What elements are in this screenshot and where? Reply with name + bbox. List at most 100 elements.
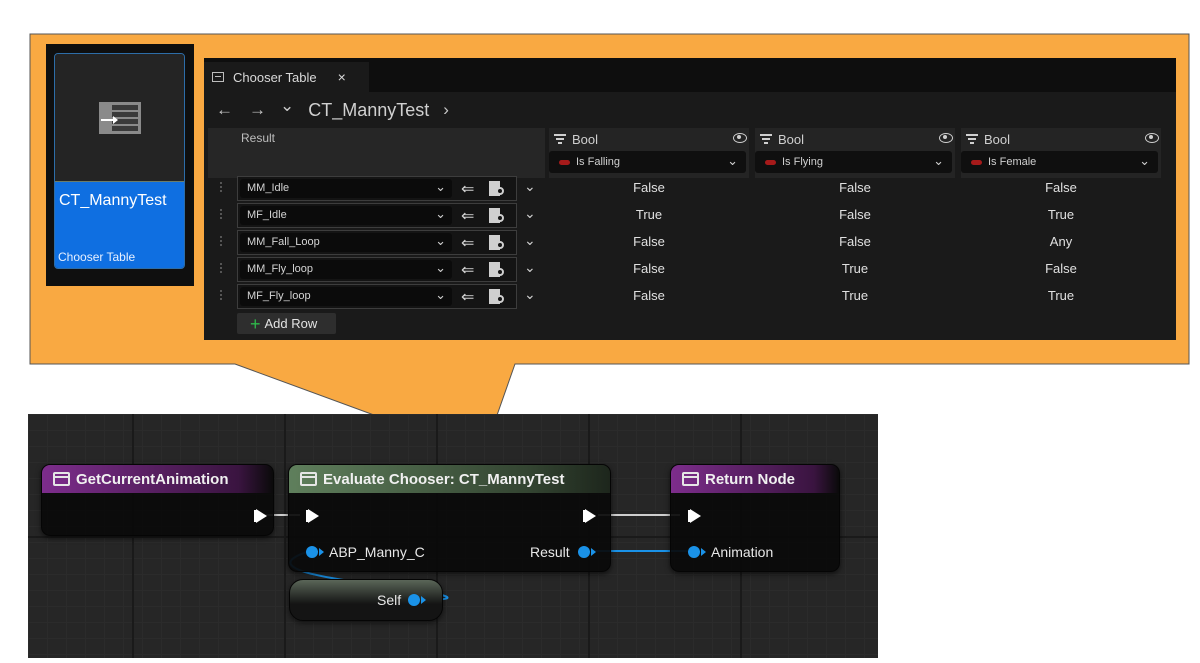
drag-handle-icon[interactable] [219,208,223,221]
eye-icon[interactable] [733,133,747,143]
chevron-down-icon[interactable]: ⌄ [524,286,536,303]
column-property-select[interactable]: Is Falling ⌄ [549,151,746,173]
result-cell: MM_Fly_loop ⌄ ⇐ [237,257,517,282]
add-row-label: Add Row [264,316,318,331]
nav-bar: ← → ⌄ CT_MannyTest › [204,92,1176,128]
table-row[interactable]: MF_Idle ⌄ ⇐ ⌄ True False True [204,202,1176,229]
bool-cell[interactable]: Any [961,234,1161,249]
browse-asset-icon[interactable] [489,235,505,250]
browse-asset-icon[interactable] [489,262,505,277]
bool-cell[interactable]: True [755,261,955,276]
column-property-select[interactable]: Is Female ⌄ [961,151,1158,173]
use-selected-icon[interactable]: ⇐ [461,260,474,280]
self-node[interactable]: Self [289,579,443,621]
bool-cell[interactable]: False [961,180,1161,195]
table-row[interactable]: MM_Idle ⌄ ⇐ ⌄ False False False [204,175,1176,202]
tab-label: Chooser Table [233,69,317,85]
chevron-down-icon[interactable]: ⌄ [524,232,536,249]
column-header[interactable]: Bool Is Female ⌄ [961,128,1161,178]
chevron-down-icon[interactable]: ⌄ [524,205,536,222]
asset-select[interactable]: MM_Fall_Loop ⌄ [240,233,452,252]
table-row[interactable]: MM_Fall_Loop ⌄ ⇐ ⌄ False False Any [204,229,1176,256]
asset-preview [55,54,184,182]
exec-input-pin[interactable] [688,509,701,523]
exec-output-pin[interactable] [254,509,267,523]
browse-asset-icon[interactable] [489,208,505,223]
chevron-down-icon[interactable]: ⌄ [524,178,536,195]
drag-handle-icon[interactable] [219,181,223,194]
chevron-down-icon: ⌄ [435,206,446,221]
bool-cell[interactable]: False [755,234,955,249]
tab-chooser-table[interactable]: Chooser Table × [204,62,369,92]
column-property-select[interactable]: Is Flying ⌄ [755,151,952,173]
chevron-down-icon[interactable]: ⌄ [524,259,536,276]
animation-input-pin[interactable] [688,546,700,558]
forward-arrow-icon[interactable]: → [249,100,266,120]
bool-cell[interactable]: True [961,207,1161,222]
use-selected-icon[interactable]: ⇐ [461,287,474,307]
pin-arrow-icon [421,596,426,604]
tab-bar: Chooser Table × [204,58,1176,92]
asset-select[interactable]: MM_Idle ⌄ [240,179,452,198]
browse-asset-icon[interactable] [489,181,505,196]
result-cell: MF_Idle ⌄ ⇐ [237,203,517,228]
filter-icon[interactable] [966,134,978,144]
use-selected-icon[interactable]: ⇐ [461,179,474,199]
get-current-animation-node[interactable]: GetCurrentAnimation [41,464,274,536]
bool-cell[interactable]: True [961,288,1161,303]
use-selected-icon[interactable]: ⇐ [461,206,474,226]
bool-cell[interactable]: False [549,180,749,195]
browse-asset-icon[interactable] [489,289,505,304]
bool-cell[interactable]: False [549,234,749,249]
bool-cell[interactable]: False [961,261,1161,276]
chooser-tab-icon [212,72,224,82]
bool-cell[interactable]: False [549,288,749,303]
column-property: Is Female [988,156,1037,168]
back-arrow-icon[interactable]: ← [216,100,233,120]
drag-handle-icon[interactable] [219,262,223,275]
return-node[interactable]: Return Node Animation [670,464,840,572]
close-icon[interactable]: × [338,69,346,85]
bool-cell[interactable]: True [549,207,749,222]
result-asset-name: MM_Fly_loop [247,263,314,275]
eye-icon[interactable] [939,133,953,143]
result-output-pin[interactable] [578,546,590,558]
asset-name: CT_MannyTest [59,192,167,209]
bool-type-icon [559,159,570,165]
self-output-pin[interactable] [408,594,420,606]
node-header: Return Node [671,465,839,493]
result-asset-name: MF_Idle [247,209,287,221]
exec-input-pin[interactable] [306,509,319,523]
table-row[interactable]: MM_Fly_loop ⌄ ⇐ ⌄ False True False [204,256,1176,283]
bool-cell[interactable]: False [755,180,955,195]
breadcrumb[interactable]: CT_MannyTest [308,100,429,121]
bool-cell[interactable]: False [755,207,955,222]
result-column-header: Result [208,128,545,178]
input-pin-label: ABP_Manny_C [329,544,425,560]
blueprint-graph[interactable]: GetCurrentAnimation Evaluate Chooser: CT… [28,414,878,658]
asset-select[interactable]: MM_Fly_loop ⌄ [240,260,452,279]
eye-icon[interactable] [1145,133,1159,143]
filter-icon[interactable] [760,134,772,144]
breadcrumb-arrow-icon[interactable]: › [443,100,449,120]
asset-select[interactable]: MF_Idle ⌄ [240,206,452,225]
drag-handle-icon[interactable] [219,235,223,248]
function-icon [300,472,317,486]
column-header[interactable]: Bool Is Falling ⌄ [549,128,749,178]
asset-card[interactable]: CT_MannyTest Chooser Table [54,53,185,269]
evaluate-chooser-node[interactable]: Evaluate Chooser: CT_MannyTest ABP_Manny… [288,464,611,572]
use-selected-icon[interactable]: ⇐ [461,233,474,253]
table-row[interactable]: MF_Fly_loop ⌄ ⇐ ⌄ False True True [204,283,1176,310]
column-header[interactable]: Bool Is Flying ⌄ [755,128,955,178]
bool-cell[interactable]: False [549,261,749,276]
bool-type-icon [971,159,982,165]
exec-output-pin[interactable] [583,509,596,523]
asset-select[interactable]: MF_Fly_loop ⌄ [240,287,452,306]
add-row-button[interactable]: + Add Row [237,313,336,334]
bool-cell[interactable]: True [755,288,955,303]
filter-icon[interactable] [554,134,566,144]
chooser-table-icon [98,101,141,134]
drag-handle-icon[interactable] [219,289,223,302]
history-chevron-icon[interactable]: ⌄ [280,96,294,116]
object-input-pin[interactable] [306,546,318,558]
